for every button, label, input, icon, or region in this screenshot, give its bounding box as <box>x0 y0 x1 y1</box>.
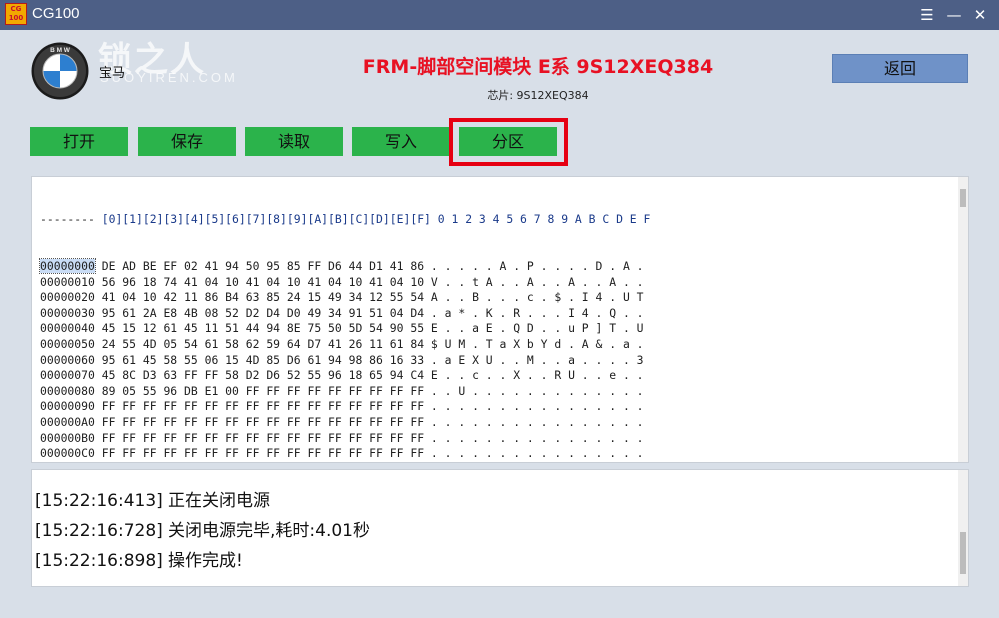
hex-ascii[interactable]: . . . . . . . . . . . . . . . . <box>431 446 644 460</box>
hex-row[interactable]: 00000080 89 05 55 96 DB E1 00 FF FF FF F… <box>40 384 650 400</box>
hex-address[interactable]: 00000020 <box>40 290 95 304</box>
hex-row[interactable]: 00000040 45 15 12 61 45 11 51 44 94 8E 7… <box>40 321 650 337</box>
hex-ascii[interactable]: . . . . . A . P . . . . D . A . <box>431 259 644 273</box>
hex-address[interactable]: 000000A0 <box>40 415 95 429</box>
hex-bytes[interactable]: 95 61 2A E8 4B 08 52 D2 D4 D0 49 34 91 5… <box>102 306 424 320</box>
hex-bytes[interactable]: 45 8C D3 63 FF FF 58 D2 D6 52 55 96 18 6… <box>102 368 424 382</box>
hex-bytes[interactable]: 41 04 10 42 11 86 B4 63 85 24 15 49 34 1… <box>102 290 424 304</box>
close-icon[interactable]: ✕ <box>969 4 991 26</box>
minimize-icon[interactable]: — <box>943 4 965 26</box>
hex-bytes[interactable]: FF FF FF FF FF FF FF FF FF FF FF FF FF F… <box>102 446 424 460</box>
hex-row[interactable]: 00000010 56 96 18 74 41 04 10 41 04 10 4… <box>40 275 650 291</box>
hex-address[interactable]: 00000070 <box>40 368 95 382</box>
log-entry: [15:22:16:898] 操作完成! <box>35 546 243 571</box>
hex-row[interactable]: 00000030 95 61 2A E8 4B 08 52 D2 D4 D0 4… <box>40 306 650 322</box>
hamburger-icon[interactable]: ☰ <box>916 4 938 26</box>
log-message: 正在关闭电源 <box>168 491 270 511</box>
hex-address[interactable]: 00000050 <box>40 337 95 351</box>
log-message: 操作完成! <box>168 551 243 571</box>
hex-bytes[interactable]: FF FF FF FF FF FF FF FF FF FF FF FF FF F… <box>102 415 424 429</box>
hex-scrollbar-thumb[interactable] <box>960 189 966 207</box>
hex-address[interactable]: 000000B0 <box>40 431 95 445</box>
save-button[interactable]: 保存 <box>138 127 236 156</box>
hex-address[interactable]: 00000030 <box>40 306 95 320</box>
hex-address[interactable]: 00000000 <box>39 257 96 274</box>
hex-bytes[interactable]: FF FF FF FF FF FF FF FF FF FF FF FF FF F… <box>102 399 424 413</box>
hex-row[interactable]: 00000000 DE AD BE EF 02 41 94 50 95 85 F… <box>39 257 650 275</box>
hex-row[interactable]: 000000B0 FF FF FF FF FF FF FF FF FF FF F… <box>40 431 650 447</box>
hex-bytes[interactable]: 56 96 18 74 41 04 10 41 04 10 41 04 10 4… <box>102 275 424 289</box>
back-button[interactable]: 返回 <box>832 54 968 83</box>
hex-bytes[interactable]: 95 61 45 58 55 06 15 4D 85 D6 61 94 98 8… <box>102 353 424 367</box>
log-entry: [15:22:16:728] 关闭电源完毕,耗时:4.01秒 <box>35 516 370 541</box>
hex-address[interactable]: 00000010 <box>40 275 95 289</box>
hex-column-indices: [0][1][2][3][4][5][6][7][8][9][A][B][C][… <box>101 212 431 227</box>
hex-ascii[interactable]: . . . . . . . . . . . . . . . . <box>431 399 644 413</box>
read-button[interactable]: 读取 <box>245 127 343 156</box>
log-scrollbar[interactable] <box>958 470 968 586</box>
hex-ascii[interactable]: $ U M . T a X b Y d . A & . a . <box>431 337 644 351</box>
hex-row[interactable]: 00000060 95 61 45 58 55 06 15 4D 85 D6 6… <box>40 353 650 369</box>
hex-address[interactable]: 00000060 <box>40 353 95 367</box>
hex-row[interactable]: 00000070 45 8C D3 63 FF FF 58 D2 D6 52 5… <box>40 368 650 384</box>
open-button[interactable]: 打开 <box>30 127 128 156</box>
partition-highlight <box>449 118 568 166</box>
hex-bytes[interactable]: 45 15 12 61 45 11 51 44 94 8E 75 50 5D 5… <box>102 321 424 335</box>
cg100-logo-icon: CG 100 <box>5 3 27 25</box>
hex-row[interactable]: 00000090 FF FF FF FF FF FF FF FF FF FF F… <box>40 399 650 415</box>
hex-editor[interactable]: -------- [0][1][2][3][4][5][6][7][8][9][… <box>31 176 969 463</box>
hex-column-header: -------- [0][1][2][3][4][5][6][7][8][9][… <box>40 212 650 228</box>
hex-scrollbar[interactable] <box>958 177 968 462</box>
hex-ascii[interactable]: . . . . . . . . . . . . . . . . <box>431 415 644 429</box>
hex-ascii[interactable]: A . . B . . . c . $ . I 4 . U T <box>431 290 644 304</box>
title-bar: CG 100 CG100 ☰ — ✕ <box>0 0 999 30</box>
hex-ascii[interactable]: . a E X U . . M . . a . . . . 3 <box>431 353 644 367</box>
chip-label: 芯片: 9S12XEQ384 <box>487 89 589 102</box>
write-button[interactable]: 写入 <box>352 127 450 156</box>
log-timestamp: [15:22:16:728] <box>35 521 163 541</box>
ascii-column-indices: 0 1 2 3 4 5 6 7 8 9 A B C D E F <box>437 212 651 227</box>
hex-row[interactable]: 00000020 41 04 10 42 11 86 B4 63 85 24 1… <box>40 290 650 306</box>
log-timestamp: [15:22:16:898] <box>35 551 163 571</box>
hex-bytes[interactable]: 24 55 4D 05 54 61 58 62 59 64 D7 41 26 1… <box>102 337 424 351</box>
hex-ascii[interactable]: E . . c . . X . . R U . . e . . <box>431 368 644 382</box>
hex-header-prefix: -------- <box>40 212 95 227</box>
hex-grid: -------- [0][1][2][3][4][5][6][7][8][9][… <box>39 181 650 463</box>
hex-row[interactable]: 000000D0 FF FF FF FF FF FF FF FF FF FF F… <box>40 462 650 463</box>
hex-ascii[interactable]: . . . . . . . . . . . . . . . . <box>431 462 644 463</box>
hex-row[interactable]: 00000050 24 55 4D 05 54 61 58 62 59 64 D… <box>40 337 650 353</box>
hex-address[interactable]: 00000090 <box>40 399 95 413</box>
hex-ascii[interactable]: V . . t A . . A . . A . . A . . <box>431 275 644 289</box>
hex-address[interactable]: 000000D0 <box>40 462 95 463</box>
app-logo-line-1: CG <box>10 5 22 13</box>
log-message: 关闭电源完毕,耗时:4.01秒 <box>168 521 370 541</box>
hex-bytes[interactable]: DE AD BE EF 02 41 94 50 95 85 FF D6 44 D… <box>102 259 424 273</box>
log-panel: [15:22:16:413] 正在关闭电源 [15:22:16:728] 关闭电源完毕… <box>31 469 969 587</box>
log-entry: [15:22:16:413] 正在关闭电源 <box>35 486 270 511</box>
hex-address[interactable]: 000000C0 <box>40 446 95 460</box>
hex-ascii[interactable]: . a * . K . R . . . I 4 . Q . . <box>431 306 644 320</box>
hex-address[interactable]: 00000040 <box>40 321 95 335</box>
app-logo-line-2: 100 <box>8 14 24 22</box>
hex-row[interactable]: 000000C0 FF FF FF FF FF FF FF FF FF FF F… <box>40 446 650 462</box>
hex-address[interactable]: 00000080 <box>40 384 95 398</box>
hex-row[interactable]: 000000A0 FF FF FF FF FF FF FF FF FF FF F… <box>40 415 650 431</box>
log-scrollbar-thumb[interactable] <box>960 532 966 574</box>
hex-ascii[interactable]: E . . a E . Q D . . u P ] T . U <box>431 321 644 335</box>
hex-ascii[interactable]: . . U . . . . . . . . . . . . . <box>431 384 644 398</box>
hex-bytes[interactable]: FF FF FF FF FF FF FF FF FF FF FF FF FF F… <box>102 462 424 463</box>
window-title: CG100 <box>32 5 80 22</box>
hex-bytes[interactable]: FF FF FF FF FF FF FF FF FF FF FF FF FF F… <box>102 431 424 445</box>
log-timestamp: [15:22:16:413] <box>35 491 163 511</box>
hex-ascii[interactable]: . . . . . . . . . . . . . . . . <box>431 431 644 445</box>
hex-bytes[interactable]: 89 05 55 96 DB E1 00 FF FF FF FF FF FF F… <box>102 384 424 398</box>
